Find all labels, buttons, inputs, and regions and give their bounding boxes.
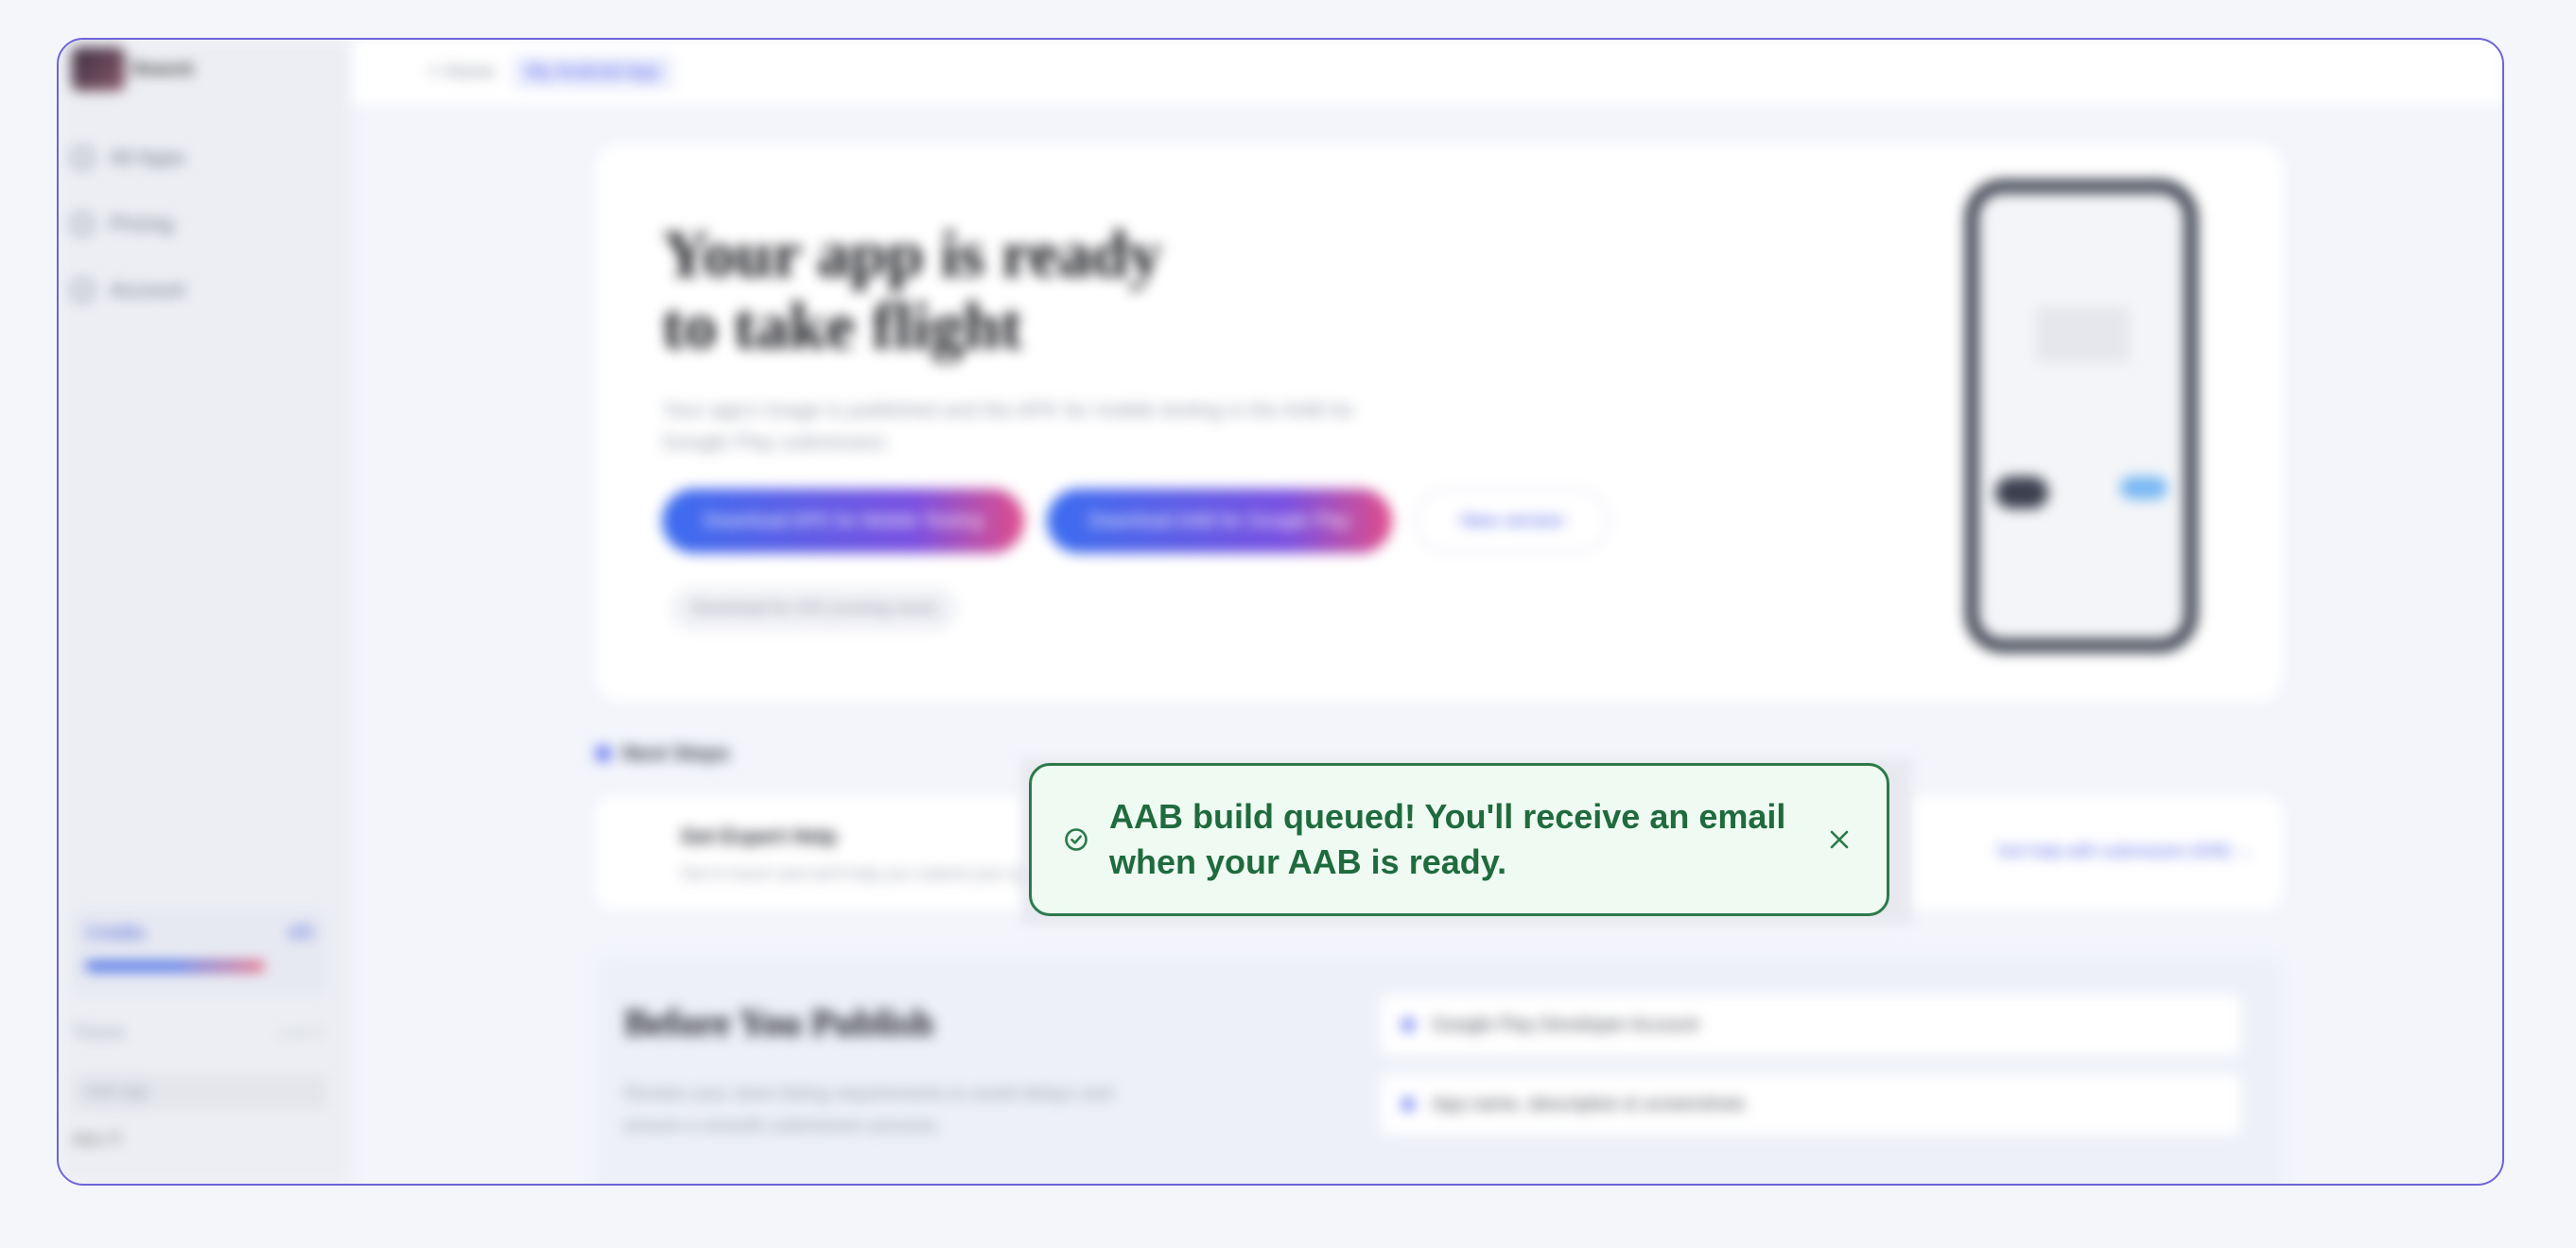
checklist-item[interactable]: App name, description & screenshots bbox=[1381, 1074, 2241, 1135]
phone-screen-box bbox=[2035, 306, 2130, 363]
title-line-1: Your app is ready bbox=[662, 218, 1162, 291]
sidebar-footer: Credits 4/5 Theme ☼ ◐ ☾ Add app Alex P. bbox=[72, 910, 327, 1150]
brand[interactable]: Rework bbox=[72, 47, 214, 91]
theme-row[interactable]: Theme ☼ ◐ ☾ bbox=[72, 1023, 327, 1043]
sidebar-item-label: All Apps bbox=[110, 146, 185, 169]
next-steps-label: Next Steps bbox=[622, 741, 730, 765]
check-circle-icon bbox=[1064, 827, 1088, 852]
before-publish-description: Review your store listing requirements t… bbox=[624, 1083, 1113, 1136]
usage-label: Credits bbox=[85, 923, 146, 944]
expert-help-title: Get Expert Help bbox=[681, 824, 838, 848]
sidebar-item-pricing[interactable]: Pricing bbox=[72, 191, 327, 257]
download-apk-button[interactable]: Download APK for Mobile Testing bbox=[662, 489, 1025, 553]
next-steps-heading: Next Steps bbox=[596, 741, 730, 766]
breadcrumb-back[interactable]: < Home bbox=[427, 61, 495, 83]
phone-mockup bbox=[1965, 180, 2198, 652]
title-line-2: to take flight bbox=[662, 290, 1023, 363]
theme-toggle-icons[interactable]: ☼ ◐ ☾ bbox=[276, 1023, 327, 1043]
phone-screen-button bbox=[2120, 477, 2167, 499]
topbar: < Home My Android App bbox=[352, 40, 2502, 104]
user-icon bbox=[72, 280, 93, 301]
usage-bar bbox=[85, 962, 265, 971]
sidebar-item-label: Account bbox=[110, 278, 185, 302]
next-steps-icon bbox=[596, 746, 611, 761]
sidebar-item-label: Pricing bbox=[110, 212, 174, 235]
checklist-bullet-icon bbox=[1401, 1018, 1415, 1031]
app-window: Rework All Apps Pricing Account Credits … bbox=[57, 38, 2504, 1186]
breadcrumb-current[interactable]: My Android App bbox=[513, 55, 672, 89]
new-version-button[interactable]: New version bbox=[1415, 489, 1610, 553]
sidebar: Rework All Apps Pricing Account Credits … bbox=[59, 40, 352, 1184]
sidebar-item-all-apps[interactable]: All Apps bbox=[72, 125, 327, 191]
close-icon[interactable] bbox=[1820, 821, 1858, 858]
toast-message: AAB build queued! You'll receive an emai… bbox=[1109, 797, 1786, 881]
page-title: Your app is ready to take flight bbox=[662, 219, 1161, 363]
phone-screen-avatar bbox=[1995, 477, 2048, 509]
user-name[interactable]: Alex P. bbox=[72, 1130, 327, 1150]
sidebar-item-account[interactable]: Account bbox=[72, 257, 327, 323]
before-publish-section: Before You Publish Review your store lis… bbox=[596, 955, 2283, 1184]
tag-icon bbox=[72, 214, 93, 234]
hero-actions: Download APK for Mobile Testing Download… bbox=[662, 489, 1610, 553]
checklist-bullet-icon bbox=[1401, 1098, 1415, 1111]
grid-icon bbox=[72, 147, 93, 168]
blurred-background: Rework All Apps Pricing Account Credits … bbox=[59, 40, 2502, 1184]
checklist-item[interactable]: Google Play Developer Account bbox=[1381, 995, 2241, 1055]
brand-text: Rework bbox=[132, 60, 195, 78]
usage-card[interactable]: Credits 4/5 bbox=[72, 910, 327, 995]
checklist-item-label: App name, description & screenshots bbox=[1432, 1093, 1746, 1115]
publish-checklist: Google Play Developer Account App name, … bbox=[1381, 995, 2241, 1153]
ios-download-tag[interactable]: Download for iOS (coming soon) bbox=[671, 588, 958, 630]
add-app-input[interactable]: Add app bbox=[72, 1073, 327, 1111]
expert-help-link[interactable]: Get help with submission (€49) → bbox=[1997, 841, 2253, 861]
download-aab-button[interactable]: Download AAB for Google Play bbox=[1047, 489, 1393, 553]
hero-card: Your app is ready to take flight Your ap… bbox=[596, 144, 2283, 702]
hero-description: Your app's image is published and the AP… bbox=[662, 398, 1355, 454]
theme-label: Theme bbox=[72, 1023, 126, 1042]
brand-logo bbox=[72, 47, 125, 91]
success-toast: AAB build queued! You'll receive an emai… bbox=[1029, 763, 1889, 916]
checklist-item-label: Google Play Developer Account bbox=[1432, 1014, 1699, 1035]
usage-count: 4/5 bbox=[287, 923, 314, 944]
sidebar-nav: All Apps Pricing Account bbox=[72, 125, 327, 323]
before-publish-title: Before You Publish bbox=[624, 1001, 933, 1044]
